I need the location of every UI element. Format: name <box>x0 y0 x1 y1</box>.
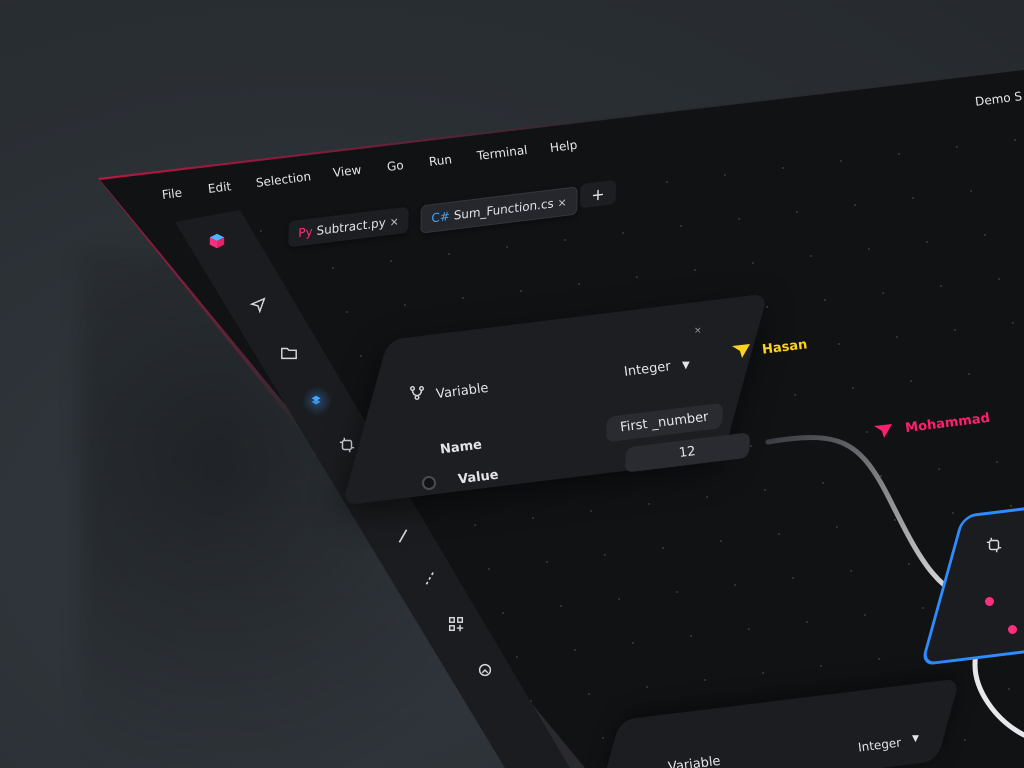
chevron-down-icon[interactable]: ▼ <box>682 360 690 371</box>
chevron-down-icon[interactable]: ▼ <box>912 734 919 744</box>
input-port-pink[interactable] <box>985 597 994 606</box>
input-port[interactable] <box>422 476 436 490</box>
cursor-pointer-icon <box>874 424 894 444</box>
function-node-icon <box>985 536 1003 558</box>
branch-icon <box>408 384 426 406</box>
cursor-pointer-icon <box>732 344 752 364</box>
close-icon[interactable]: × <box>694 326 702 336</box>
stage-background: File Edit Selection View Go Run Terminal… <box>0 0 1024 768</box>
value-field-value: 12 <box>678 444 697 461</box>
output-port-pink[interactable] <box>1008 625 1017 634</box>
